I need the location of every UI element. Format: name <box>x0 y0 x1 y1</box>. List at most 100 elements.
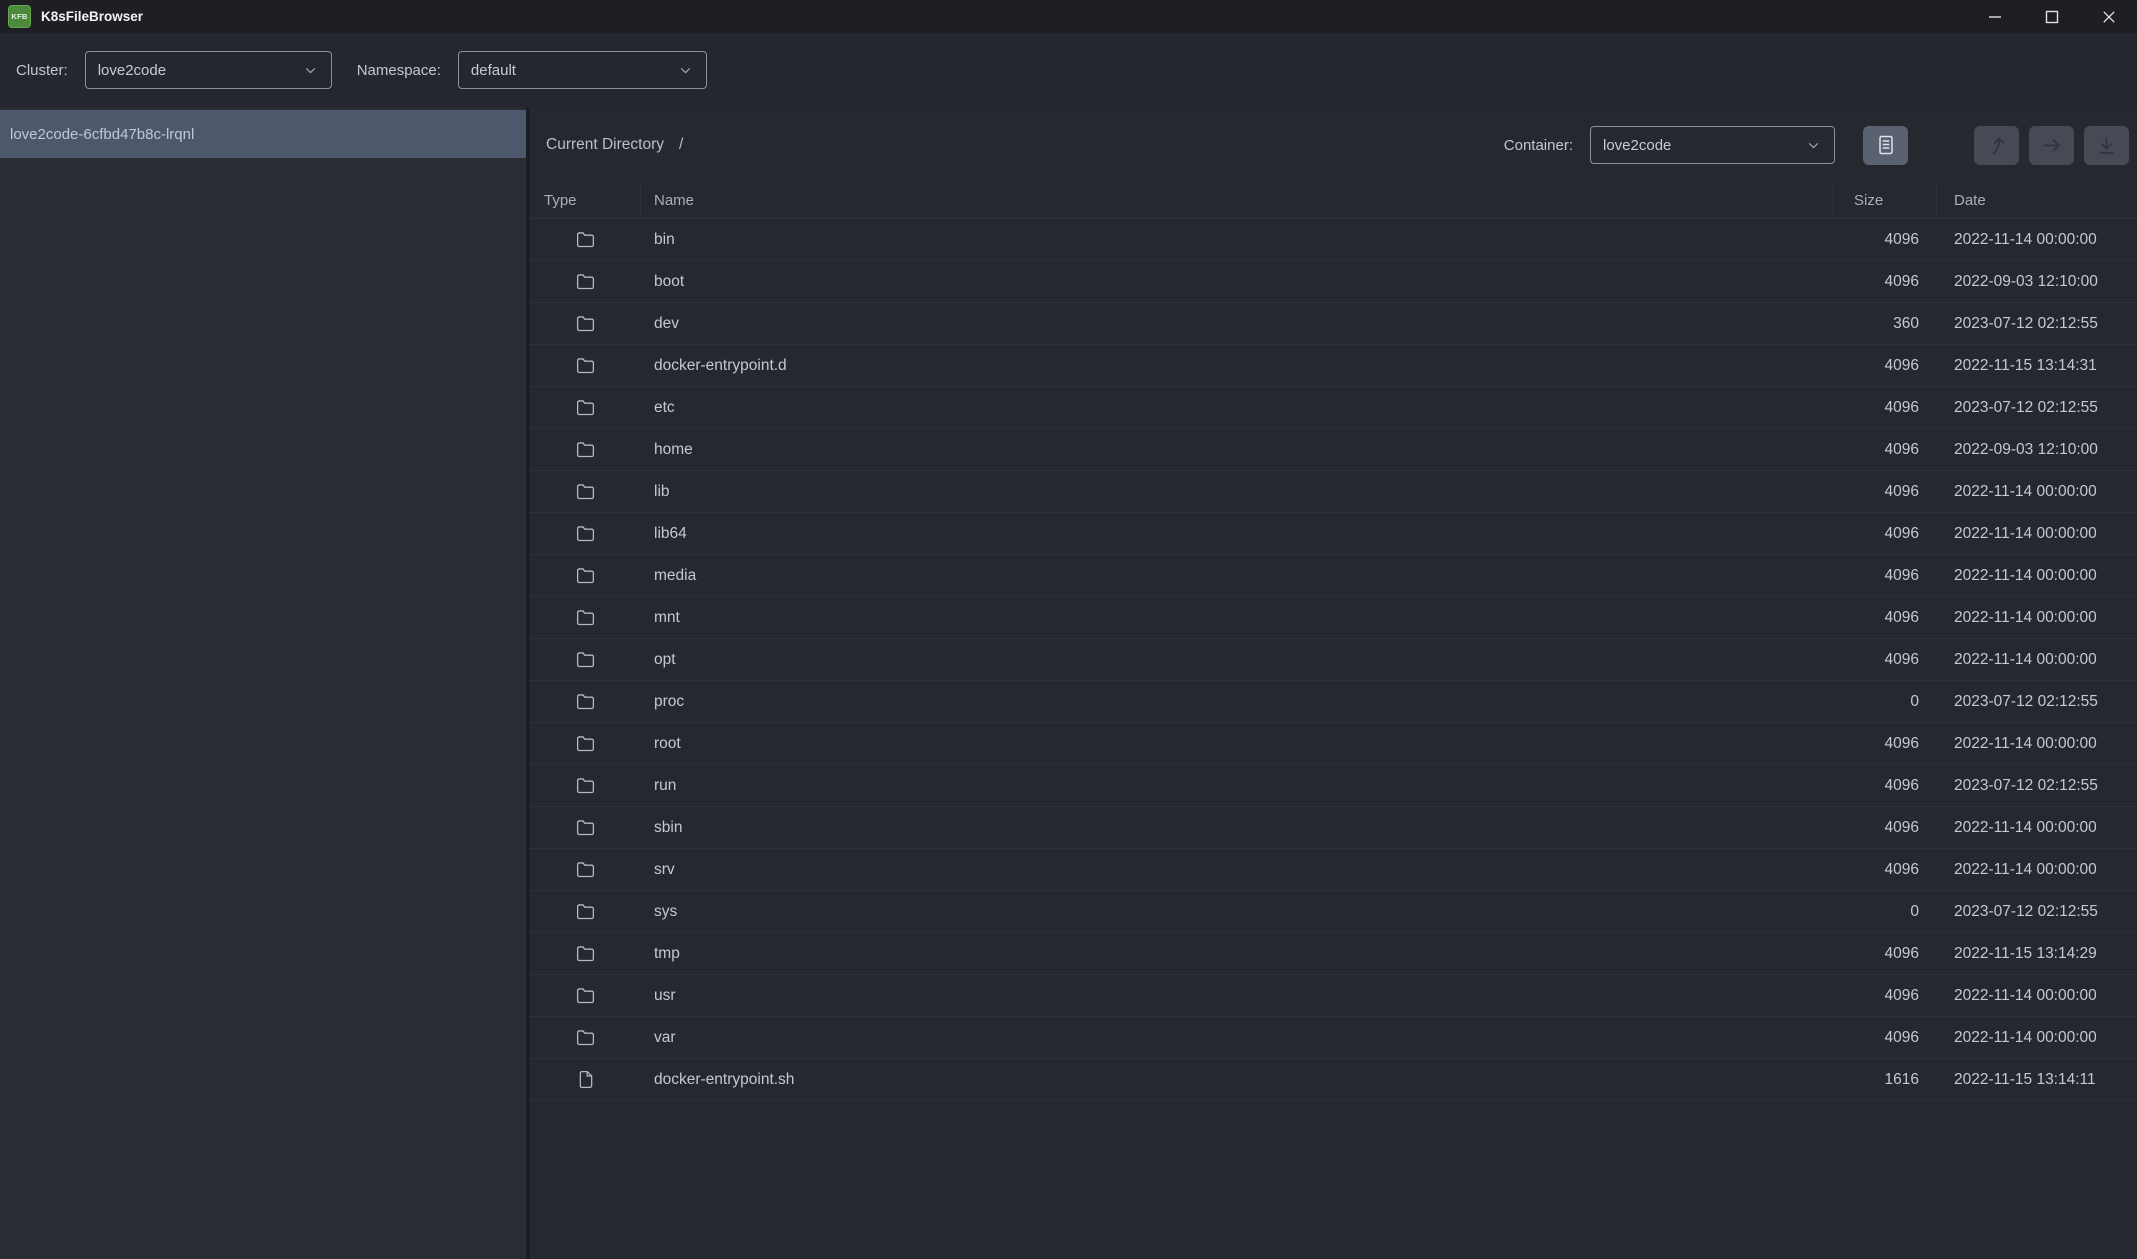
row-size: 4096 <box>1834 273 1937 291</box>
row-size: 4096 <box>1834 945 1937 963</box>
table-row[interactable]: tmp 4096 2022-11-15 13:14:29 <box>530 933 2137 975</box>
row-size: 4096 <box>1834 861 1937 879</box>
titlebar: KFB K8sFileBrowser <box>0 0 2137 33</box>
view-log-button[interactable] <box>1863 126 1908 165</box>
row-date: 2022-11-15 13:14:29 <box>1937 945 2137 963</box>
table-row[interactable]: var 4096 2022-11-14 00:00:00 <box>530 1017 2137 1059</box>
row-type-cell <box>530 229 641 250</box>
pod-list-item[interactable]: love2code-6cfbd47b8c-lrqnl <box>0 110 526 158</box>
container-select[interactable]: love2code <box>1590 126 1835 164</box>
column-header-size[interactable]: Size <box>1834 183 1937 218</box>
table-row[interactable]: sys 0 2023-07-12 02:12:55 <box>530 891 2137 933</box>
row-type-cell <box>530 733 641 754</box>
directory-bar: Current Directory / Container: love2code <box>530 107 2137 183</box>
row-date: 2022-11-14 00:00:00 <box>1937 567 2137 585</box>
row-date: 2022-11-14 00:00:00 <box>1937 525 2137 543</box>
table-row[interactable]: boot 4096 2022-09-03 12:10:00 <box>530 261 2137 303</box>
namespace-select[interactable]: default <box>458 51 707 89</box>
app-window: KFB K8sFileBrowser Cluster: love2code Na… <box>0 0 2137 1259</box>
table-row[interactable]: bin 4096 2022-11-14 00:00:00 <box>530 219 2137 261</box>
row-type-cell <box>530 1069 641 1090</box>
folder-icon <box>575 817 596 838</box>
column-header-date[interactable]: Date <box>1937 183 2137 218</box>
table-row[interactable]: run 4096 2023-07-12 02:12:55 <box>530 765 2137 807</box>
row-name: etc <box>641 399 1834 417</box>
cluster-select[interactable]: love2code <box>85 51 332 89</box>
row-size: 1616 <box>1834 1071 1937 1089</box>
window-title: K8sFileBrowser <box>41 9 143 24</box>
row-date: 2022-11-14 00:00:00 <box>1937 987 2137 1005</box>
minimize-icon <box>1988 10 2002 24</box>
table-row[interactable]: proc 0 2023-07-12 02:12:55 <box>530 681 2137 723</box>
folder-icon <box>575 313 596 334</box>
table-row[interactable]: docker-entrypoint.sh 1616 2022-11-15 13:… <box>530 1059 2137 1101</box>
row-size: 4096 <box>1834 483 1937 501</box>
table-row[interactable]: home 4096 2022-09-03 12:10:00 <box>530 429 2137 471</box>
row-name: media <box>641 567 1834 585</box>
app-logo-icon: KFB <box>8 5 31 28</box>
column-header-name[interactable]: Name <box>641 183 1834 218</box>
row-size: 4096 <box>1834 1029 1937 1047</box>
file-icon <box>576 1069 596 1090</box>
row-date: 2022-09-03 12:10:00 <box>1937 441 2137 459</box>
table-row[interactable]: sbin 4096 2022-11-14 00:00:00 <box>530 807 2137 849</box>
maximize-button[interactable] <box>2023 0 2080 33</box>
table-row[interactable]: lib 4096 2022-11-14 00:00:00 <box>530 471 2137 513</box>
table-row[interactable]: opt 4096 2022-11-14 00:00:00 <box>530 639 2137 681</box>
row-size: 4096 <box>1834 777 1937 795</box>
row-name: docker-entrypoint.d <box>641 357 1834 375</box>
cluster-select-value: love2code <box>98 62 166 79</box>
row-date: 2022-11-14 00:00:00 <box>1937 609 2137 627</box>
parent-directory-button[interactable] <box>1974 126 2019 165</box>
namespace-label: Namespace: <box>357 62 441 79</box>
row-name: mnt <box>641 609 1834 627</box>
chevron-down-icon <box>677 62 694 79</box>
row-name: lib <box>641 483 1834 501</box>
row-size: 4096 <box>1834 357 1937 375</box>
folder-icon <box>575 439 596 460</box>
table-row[interactable]: mnt 4096 2022-11-14 00:00:00 <box>530 597 2137 639</box>
row-size: 0 <box>1834 693 1937 711</box>
row-type-cell <box>530 313 641 334</box>
row-type-cell <box>530 985 641 1006</box>
app-logo-text: KFB <box>11 12 27 21</box>
container-label: Container: <box>1504 137 1573 154</box>
row-size: 4096 <box>1834 399 1937 417</box>
chevron-down-icon <box>302 62 319 79</box>
row-size: 4096 <box>1834 735 1937 753</box>
table-row[interactable]: usr 4096 2022-11-14 00:00:00 <box>530 975 2137 1017</box>
table-row[interactable]: docker-entrypoint.d 4096 2022-11-15 13:1… <box>530 345 2137 387</box>
row-name: proc <box>641 693 1834 711</box>
log-document-icon <box>1874 133 1898 157</box>
row-name: sbin <box>641 819 1834 837</box>
close-button[interactable] <box>2080 0 2137 33</box>
table-row[interactable]: etc 4096 2023-07-12 02:12:55 <box>530 387 2137 429</box>
table-body: bin 4096 2022-11-14 00:00:00 boot 4096 2… <box>530 219 2137 1101</box>
row-type-cell <box>530 649 641 670</box>
download-file-button[interactable] <box>2084 126 2129 165</box>
table-row[interactable]: srv 4096 2022-11-14 00:00:00 <box>530 849 2137 891</box>
table-row[interactable]: media 4096 2022-11-14 00:00:00 <box>530 555 2137 597</box>
row-size: 4096 <box>1834 819 1937 837</box>
directory-controls: Container: love2code <box>1504 126 2129 165</box>
row-type-cell <box>530 1027 641 1048</box>
current-directory-label: Current Directory <box>546 136 664 154</box>
chevron-down-icon <box>1805 137 1822 154</box>
navigation-buttons <box>1974 126 2129 165</box>
current-directory-path: / <box>679 136 683 154</box>
folder-icon <box>575 481 596 502</box>
row-name: boot <box>641 273 1834 291</box>
cluster-toolbar: Cluster: love2code Namespace: default <box>0 33 2137 107</box>
row-date: 2023-07-12 02:12:55 <box>1937 315 2137 333</box>
close-icon <box>2102 10 2116 24</box>
minimize-button[interactable] <box>1966 0 2023 33</box>
column-header-type[interactable]: Type <box>530 183 641 218</box>
table-row[interactable]: lib64 4096 2022-11-14 00:00:00 <box>530 513 2137 555</box>
table-row[interactable]: root 4096 2022-11-14 00:00:00 <box>530 723 2137 765</box>
row-size: 4096 <box>1834 525 1937 543</box>
row-size: 360 <box>1834 315 1937 333</box>
row-name: tmp <box>641 945 1834 963</box>
table-row[interactable]: dev 360 2023-07-12 02:12:55 <box>530 303 2137 345</box>
row-size: 0 <box>1834 903 1937 921</box>
open-directory-button[interactable] <box>2029 126 2074 165</box>
